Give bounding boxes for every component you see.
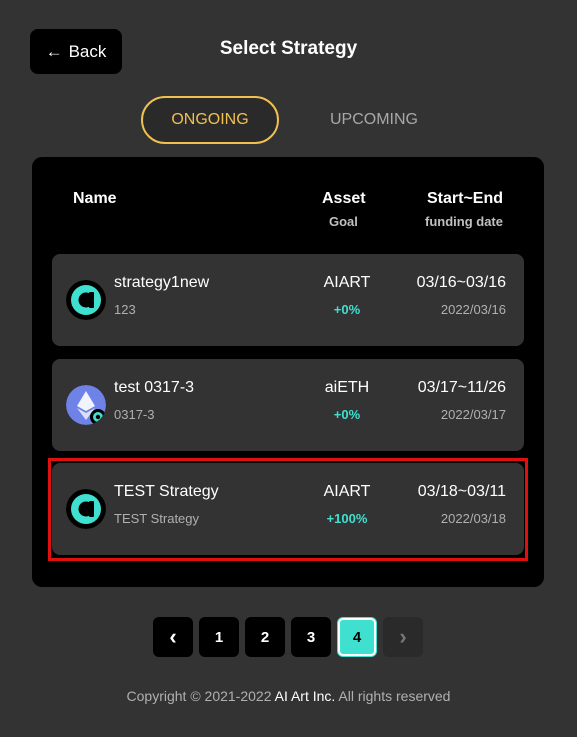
strategy-name: strategy1new <box>114 274 210 291</box>
next-page-button[interactable]: › <box>383 617 423 657</box>
pagination: ‹ 1 2 3 4 › <box>153 617 423 657</box>
strategy-asset: AIART <box>323 483 371 500</box>
tab-ongoing[interactable]: ONGOING <box>141 96 279 144</box>
aiart-logo-icon <box>66 489 106 529</box>
strategy-goal: +100% <box>326 511 368 526</box>
column-header-dates: Start~End <box>426 190 503 207</box>
strategy-funding-date: 2022/03/16 <box>440 302 506 317</box>
strategy-row[interactable]: strategy1new 123 AIART +0% 03/16~03/16 2… <box>52 254 524 346</box>
strategy-row[interactable]: TEST Strategy TEST Strategy AIART +100% … <box>52 463 524 555</box>
strategy-description: 0317-3 <box>114 407 155 422</box>
column-subheader-goal: Goal <box>329 214 358 229</box>
page-button-2[interactable]: 2 <box>245 617 285 657</box>
page-button-1[interactable]: 1 <box>199 617 239 657</box>
strategy-date-range: 03/18~03/11 <box>417 483 506 500</box>
prev-page-button[interactable]: ‹ <box>153 617 193 657</box>
column-header-asset: Asset <box>322 190 366 207</box>
strategy-name: TEST Strategy <box>114 483 219 500</box>
strategy-goal: +0% <box>333 407 361 422</box>
strategy-description: 123 <box>114 302 136 317</box>
chevron-left-icon: ‹ <box>169 624 177 649</box>
strategy-row[interactable]: test 0317-3 0317-3 aiETH +0% 03/17~11/26… <box>52 359 524 451</box>
page-title: Select Strategy <box>219 38 358 59</box>
page-button-3[interactable]: 3 <box>291 617 331 657</box>
strategy-asset: AIART <box>323 274 371 291</box>
copyright-prefix: Copyright © 2021-2022 <box>126 688 275 704</box>
tab-upcoming[interactable]: UPCOMING <box>305 96 443 144</box>
aieth-logo-icon <box>66 385 106 425</box>
strategy-funding-date: 2022/03/17 <box>440 407 506 422</box>
strategy-funding-date: 2022/03/18 <box>440 511 506 526</box>
page-button-4[interactable]: 4 <box>337 617 377 657</box>
column-header-name: Name <box>73 190 117 207</box>
strategy-list-card: Name Asset Goal Start~End funding date s… <box>32 157 544 587</box>
strategy-date-range: 03/16~03/16 <box>416 274 506 291</box>
strategy-name: test 0317-3 <box>114 379 195 396</box>
strategy-date-range: 03/17~11/26 <box>417 379 506 396</box>
copyright-brand: AI Art Inc. <box>274 688 336 704</box>
chevron-right-icon: › <box>399 624 407 649</box>
strategy-goal: +0% <box>333 302 361 317</box>
strategy-description: TEST Strategy <box>114 511 200 526</box>
copyright-suffix: All rights reserved <box>335 688 451 704</box>
aiart-logo-icon <box>66 280 106 320</box>
footer-copyright: Copyright © 2021-2022 AI Art Inc. All ri… <box>0 688 577 704</box>
strategy-asset: aiETH <box>324 379 370 396</box>
strategy-tabs: ONGOING UPCOMING <box>141 96 443 144</box>
column-subheader-funding-date: funding date <box>425 214 503 229</box>
